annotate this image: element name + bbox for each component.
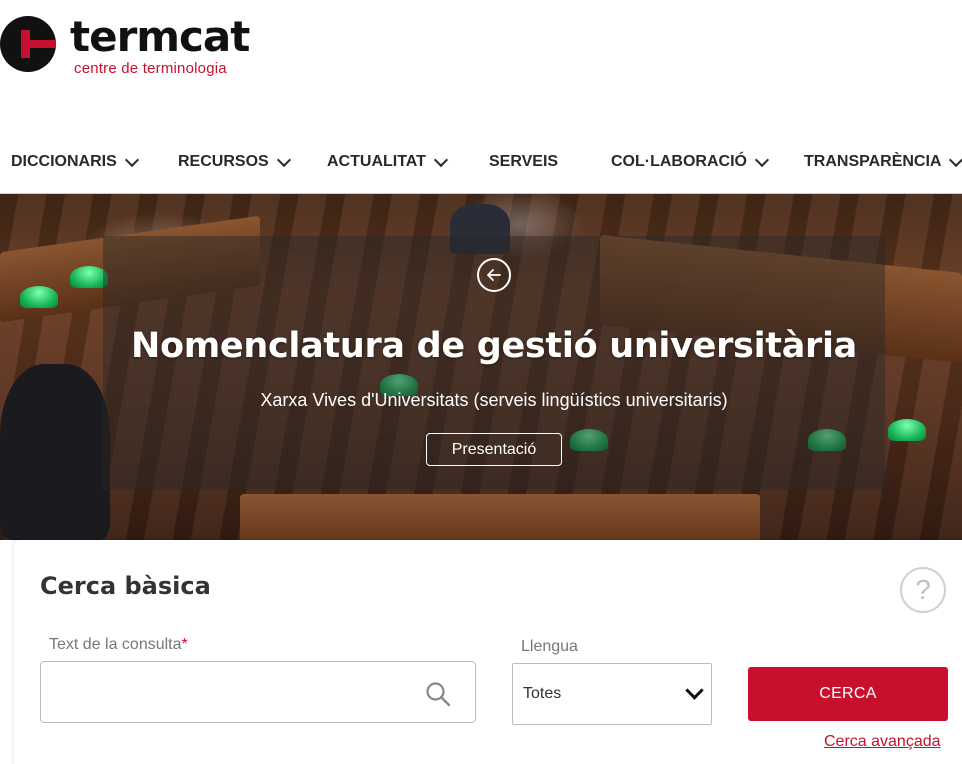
hero-subtitle: Xarxa Vives d'Universitats (serveis ling…: [260, 390, 728, 410]
presentacio-button[interactable]: Presentació: [426, 433, 562, 466]
language-label: Llengua: [521, 638, 578, 655]
chevron-down-icon: [949, 152, 962, 168]
question-mark-icon: ?: [915, 574, 931, 605]
chevron-down-icon: [685, 681, 704, 700]
chevron-down-icon: [276, 152, 291, 168]
language-selected-value: Totes: [523, 685, 562, 702]
query-label: Text de la consulta*: [49, 636, 188, 654]
main-nav: DICCIONARIS RECURSOS ACTUALITAT SERVEIS …: [0, 140, 962, 184]
green-lamp-image: [888, 419, 926, 441]
chevron-down-icon: [433, 152, 449, 168]
logo-tagline: centre de terminologia: [74, 60, 227, 77]
nav-item-label: DICCIONARIS: [11, 153, 117, 170]
logo-mark-icon: [0, 16, 56, 72]
advanced-search-link[interactable]: Cerca avançada: [824, 733, 941, 751]
page: termcat centre de terminologia DICCIONAR…: [0, 0, 962, 764]
nav-item-col-laboracio[interactable]: COL·LABORACIÓ: [611, 140, 770, 184]
search-icon[interactable]: [425, 681, 451, 707]
nav-item-actualitat[interactable]: ACTUALITAT: [327, 140, 449, 184]
hero-banner: [0, 194, 962, 540]
nav-item-label: COL·LABORACIÓ: [611, 153, 747, 170]
query-field[interactable]: [40, 661, 476, 723]
termcat-logo[interactable]: termcat centre de terminologia: [0, 12, 260, 78]
green-lamp-image: [20, 286, 58, 308]
nav-item-label: RECURSOS: [178, 153, 269, 170]
search-card-title: Cerca bàsica: [40, 572, 211, 600]
language-select[interactable]: Totes: [512, 663, 712, 725]
help-button[interactable]: ?: [900, 567, 946, 613]
nav-item-label: SERVEIS: [489, 153, 559, 170]
nav-item-label: TRANSPARÈNCIA: [804, 153, 942, 170]
query-input[interactable]: [53, 662, 413, 722]
nav-item-serveis[interactable]: SERVEIS: [489, 140, 558, 184]
required-mark: *: [181, 636, 188, 653]
query-label-text: Text de la consulta: [49, 636, 182, 653]
hero-prev-button[interactable]: [477, 258, 511, 292]
logo-wordmark: termcat: [70, 12, 250, 61]
nav-item-diccionaris[interactable]: DICCIONARIS: [11, 140, 139, 184]
library-desk-image: [240, 494, 760, 540]
chevron-down-icon: [124, 152, 139, 168]
nav-item-transparencia[interactable]: TRANSPARÈNCIA: [804, 140, 962, 184]
arrow-left-icon: [487, 269, 501, 281]
hero-title: Nomenclatura de gestió universitària: [131, 326, 857, 366]
nav-item-label: ACTUALITAT: [327, 153, 426, 170]
chevron-down-icon: [754, 152, 770, 168]
search-submit-button[interactable]: CERCA: [748, 667, 948, 721]
nav-item-recursos[interactable]: RECURSOS: [178, 140, 291, 184]
